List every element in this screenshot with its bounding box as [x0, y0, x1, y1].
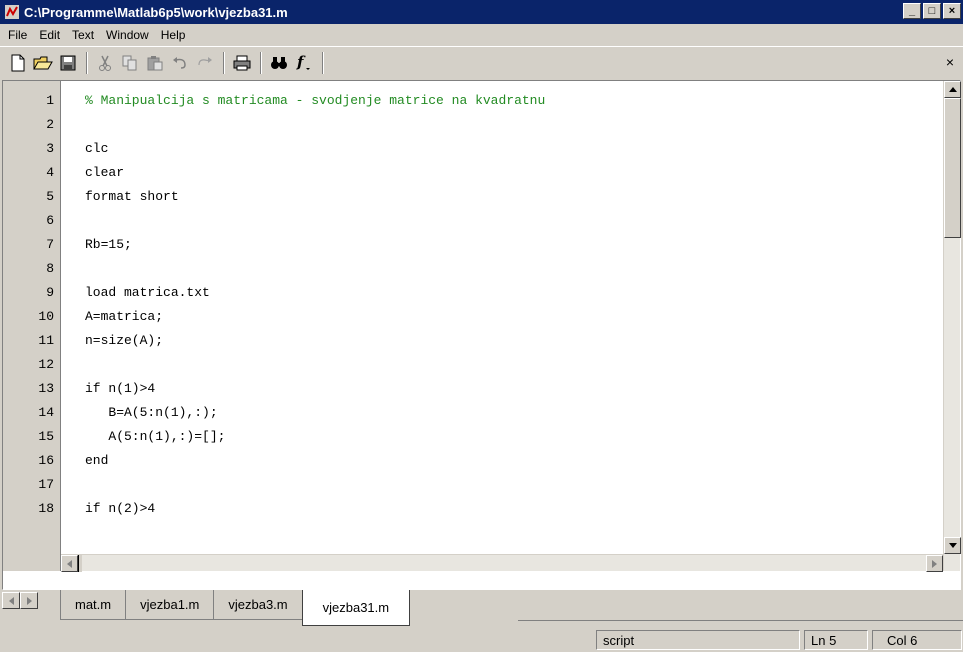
status-mode: script [596, 630, 800, 650]
code-line[interactable]: if n(1)>4 [85, 377, 155, 401]
vertical-scrollbar[interactable] [943, 81, 961, 571]
line-number: 5 [46, 189, 54, 204]
tab-scroll-left-button[interactable] [2, 592, 20, 609]
scroll-down-button[interactable] [944, 537, 961, 554]
line-number: 4 [46, 165, 54, 180]
menu-file[interactable]: File [2, 28, 33, 42]
line-number: 12 [38, 357, 54, 372]
maximize-button[interactable]: □ [923, 3, 941, 19]
code-line[interactable]: A(5:n(1),:)=[]; [85, 425, 225, 449]
line-number: 17 [38, 477, 54, 492]
code-line[interactable]: n=size(A); [85, 329, 163, 353]
toolbar: f × [0, 46, 963, 78]
line-number: 15 [38, 429, 54, 444]
status-column: Col 6 [872, 630, 962, 650]
save-icon[interactable] [56, 51, 80, 75]
line-number: 14 [38, 405, 54, 420]
code-line[interactable]: A=matrica; [85, 305, 163, 329]
line-number: 16 [38, 453, 54, 468]
new-file-icon[interactable] [6, 51, 30, 75]
code-line[interactable]: B=A(5:n(1),:); [85, 401, 217, 425]
document-tab-bar: mat.m vjezba1.m vjezba3.m vjezba31.m [0, 590, 963, 626]
code-line[interactable]: if n(2)>4 [85, 497, 155, 521]
line-number: 3 [46, 141, 54, 156]
horizontal-scrollbar[interactable] [61, 554, 943, 572]
code-line[interactable]: clc [85, 137, 108, 161]
status-line: Ln 5 [804, 630, 868, 650]
function-icon[interactable]: f [292, 51, 316, 75]
line-number: 13 [38, 381, 54, 396]
close-button[interactable]: × [943, 3, 961, 19]
line-number-gutter: 1 2 3 4 5 6 7 8 9 10 11 12 13 14 15 16 1… [3, 81, 61, 571]
code-line[interactable]: % Manipualcija s matricama - svodjenje m… [85, 89, 545, 113]
toolbar-separator [322, 51, 324, 74]
scroll-right-button[interactable] [926, 555, 943, 572]
tab-vjezba31[interactable]: vjezba31.m [301, 590, 411, 626]
toolbar-separator [223, 51, 225, 74]
menu-help[interactable]: Help [155, 28, 192, 42]
close-document-icon[interactable]: × [941, 53, 959, 71]
line-number: 9 [46, 285, 54, 300]
line-number: 2 [46, 117, 54, 132]
menu-bar: File Edit Text Window Help [0, 24, 963, 46]
menu-edit[interactable]: Edit [33, 28, 66, 42]
tab-vjezba1[interactable]: vjezba1.m [125, 590, 215, 620]
code-line[interactable]: Rb=15; [85, 233, 132, 257]
undo-icon[interactable] [168, 51, 192, 75]
svg-text:f: f [296, 54, 306, 71]
copy-icon[interactable] [118, 51, 142, 75]
tab-scroll-right-button[interactable] [20, 592, 38, 609]
window-title: C:\Programme\Matlab6p5\work\vjezba31.m [24, 4, 288, 20]
code-line[interactable]: load matrica.txt [85, 281, 210, 305]
toolbar-separator [86, 51, 88, 74]
code-line[interactable]: end [85, 449, 108, 473]
scroll-up-button[interactable] [944, 81, 961, 98]
line-number: 18 [38, 501, 54, 516]
status-bar: script Ln 5 Col 6 [0, 628, 963, 652]
open-file-icon[interactable] [31, 51, 55, 75]
scroll-left-button[interactable] [61, 555, 78, 572]
line-number: 6 [46, 213, 54, 228]
vertical-scroll-thumb[interactable] [944, 98, 961, 238]
line-number: 11 [38, 333, 54, 348]
code-area[interactable]: % Manipualcija s matricama - svodjenje m… [61, 81, 943, 571]
toolbar-separator [260, 51, 262, 74]
title-bar: C:\Programme\Matlab6p5\work\vjezba31.m _… [0, 0, 963, 24]
find-icon[interactable] [267, 51, 291, 75]
redo-icon[interactable] [193, 51, 217, 75]
line-number: 1 [46, 93, 54, 108]
menu-text[interactable]: Text [66, 28, 100, 42]
paste-icon[interactable] [143, 51, 167, 75]
line-number: 8 [46, 261, 54, 276]
tab-vjezba3[interactable]: vjezba3.m [213, 590, 303, 620]
code-line[interactable]: format short [85, 185, 179, 209]
line-number: 7 [46, 237, 54, 252]
cut-icon[interactable] [93, 51, 117, 75]
code-line[interactable]: clear [85, 161, 124, 185]
line-number: 10 [38, 309, 54, 324]
editor-pane[interactable]: 1 2 3 4 5 6 7 8 9 10 11 12 13 14 15 16 1… [2, 80, 961, 590]
tab-mat[interactable]: mat.m [60, 590, 127, 620]
menu-window[interactable]: Window [100, 28, 155, 42]
print-icon[interactable] [230, 51, 254, 75]
horizontal-scroll-thumb[interactable] [78, 555, 82, 572]
tab-divider [518, 620, 963, 621]
minimize-button[interactable]: _ [903, 3, 921, 19]
matlab-app-icon [4, 4, 20, 20]
